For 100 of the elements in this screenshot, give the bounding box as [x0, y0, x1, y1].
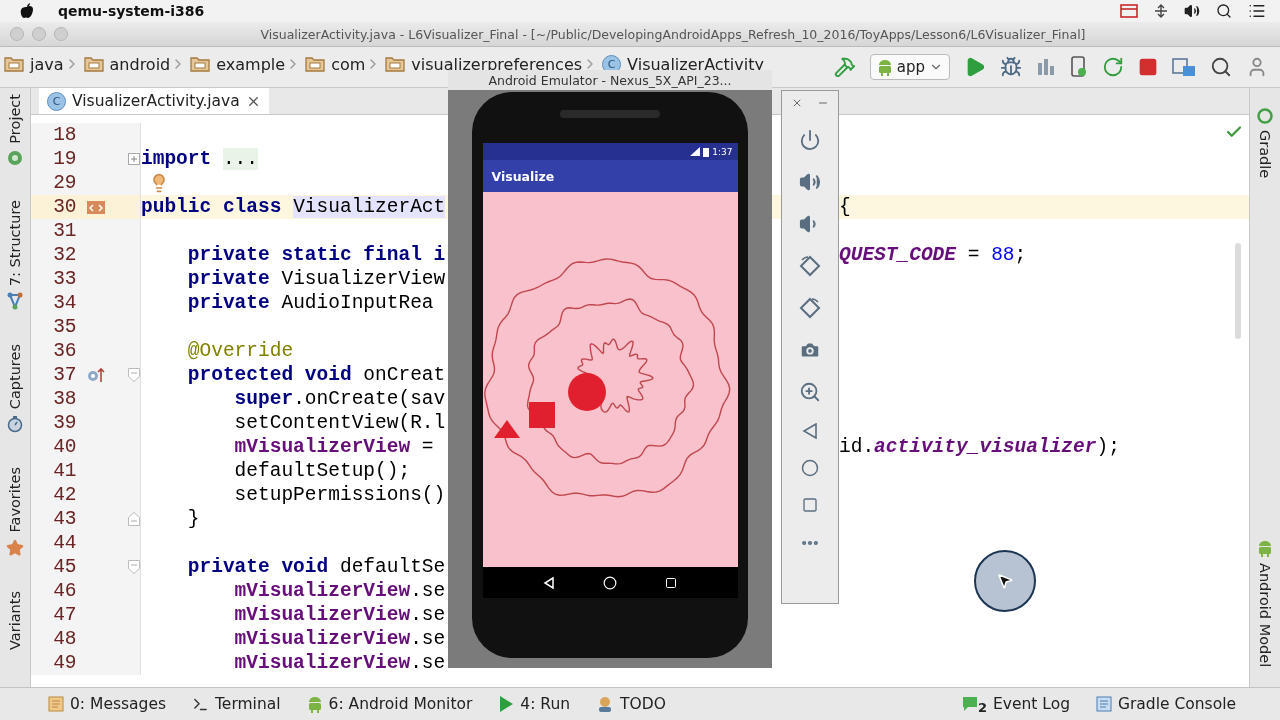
console-icon: [1095, 696, 1112, 712]
tool-window-button[interactable]: 0: Messages: [44, 695, 171, 713]
line-number: 35: [52, 316, 77, 338]
code-text: mVisualizerView =: [233, 436, 434, 458]
layout-icon[interactable]: [1172, 57, 1196, 77]
code-text: {: [839, 196, 851, 218]
power-icon[interactable]: [799, 129, 821, 151]
line-number: 30: [52, 196, 77, 218]
network-icon[interactable]: [1154, 4, 1168, 18]
code-text: QUEST_CODE = 88;: [839, 244, 1027, 266]
code-text: protected void onCreat: [186, 364, 446, 386]
apple-icon[interactable]: [20, 3, 34, 19]
line-number: 18: [52, 124, 77, 146]
code-text: setupPermissions(): [233, 484, 446, 506]
tool-window-button[interactable]: 2 Event Log: [957, 693, 1074, 715]
line-number: 37: [52, 364, 77, 386]
line-number: 39: [52, 412, 77, 434]
line-number: 49: [52, 652, 77, 674]
scrollbar[interactable]: [1235, 243, 1241, 339]
app-name[interactable]: qemu-system-i386: [58, 3, 205, 19]
tool-window-button[interactable]: Terminal: [188, 695, 285, 713]
tool-window-button[interactable]: 7: Structure: [7, 199, 23, 310]
line-number: 41: [52, 460, 77, 482]
line-number: 34: [52, 292, 77, 314]
line-number: 31: [52, 220, 77, 242]
breadcrumb[interactable]: example: [186, 54, 286, 74]
code-text: private AudioInputRea: [186, 292, 434, 314]
list-icon[interactable]: [1248, 2, 1266, 20]
line-number: 46: [52, 580, 77, 602]
event-count: 2: [977, 699, 987, 715]
tool-window-button[interactable]: Gradle Console: [1091, 695, 1240, 713]
run-config-dropdown[interactable]: app: [869, 54, 950, 80]
line-number: 42: [52, 484, 77, 506]
line-number: 36: [52, 340, 77, 362]
tool-window-button[interactable]: Gradle: [1257, 108, 1273, 179]
rerun-icon[interactable]: [1102, 56, 1124, 78]
line-number: 38: [52, 388, 77, 410]
tool-window-button[interactable]: TODO: [592, 695, 670, 713]
clock: 1:37: [712, 146, 733, 157]
tool-label: Gradle Console: [1117, 695, 1236, 713]
tool-window-button[interactable]: Favorites: [6, 467, 24, 557]
bug-icon[interactable]: [1000, 56, 1022, 78]
line-number: 32: [52, 244, 77, 266]
line-number: 43: [52, 508, 77, 530]
breadcrumb[interactable]: com: [301, 54, 366, 74]
tool-window-button[interactable]: Project: [7, 94, 23, 166]
speech-bubble-icon: [961, 696, 978, 712]
zoom-icon[interactable]: [799, 381, 821, 403]
editor-tab[interactable]: C VisualizerActivity.java: [39, 88, 269, 114]
volume-icon[interactable]: [1184, 3, 1200, 19]
tool-window-button[interactable]: Android Model: [1257, 538, 1273, 667]
line-number: 48: [52, 628, 77, 650]
breadcrumb[interactable]: android: [79, 54, 171, 74]
volume-up-icon[interactable]: [799, 171, 821, 193]
code-text: @Override: [186, 340, 294, 362]
override-icon: [86, 366, 107, 384]
code-text: private static final i: [186, 244, 446, 266]
tool-label: Event Log: [992, 695, 1070, 713]
line-number: 45: [52, 556, 77, 578]
hammer-icon[interactable]: [833, 56, 856, 78]
module-icon: [876, 58, 893, 76]
class-badge: C: [47, 91, 66, 111]
tool-window-button[interactable]: Variants: [7, 590, 23, 650]
tool-window-button[interactable]: Captures: [7, 343, 23, 433]
stop-icon[interactable]: [1138, 57, 1158, 77]
code-text: id.activity_visualizer);: [839, 436, 1120, 458]
app-title: Visualize: [491, 168, 555, 184]
expand-icon[interactable]: [128, 153, 140, 165]
breadcrumb[interactable]: java: [0, 54, 64, 74]
code-text: setContentView(R.l: [233, 412, 446, 434]
code-text: mVisualizerView.se: [233, 580, 446, 602]
rotate-right-icon[interactable]: [799, 297, 821, 319]
line-number: 29: [52, 172, 77, 194]
folder-icon: [385, 56, 406, 72]
folder-icon: [4, 56, 24, 72]
profile-icon[interactable]: [1036, 57, 1056, 77]
code-text: import ...: [141, 148, 259, 170]
star-icon: [6, 538, 24, 557]
code-text: super.onCreate(sav: [233, 388, 446, 410]
code-text: private void defaultSe: [186, 556, 446, 578]
close-icon[interactable]: [791, 97, 803, 109]
tool-window-button[interactable]: 4: Run: [494, 695, 575, 713]
search-icon[interactable]: [1216, 3, 1232, 19]
line-number: 44: [52, 532, 77, 554]
layout-file-icon: [85, 198, 108, 216]
line-number: 40: [52, 436, 77, 458]
folder-icon: [190, 56, 211, 72]
device-icon[interactable]: [1070, 56, 1088, 78]
code-text: mVisualizerView.se: [233, 652, 446, 674]
folder-icon: [83, 56, 104, 72]
line-number: 33: [52, 268, 77, 290]
rotate-left-icon[interactable]: [799, 255, 821, 277]
code-text: private VisualizerView: [186, 268, 446, 290]
code-text: defaultSetup();: [233, 460, 411, 482]
code-text: mVisualizerView.se: [233, 628, 446, 650]
tool-window-button[interactable]: 6: Android Monitor: [302, 695, 477, 713]
structure-icon: [7, 291, 23, 310]
search-icon[interactable]: [1210, 56, 1232, 78]
display-icon[interactable]: [1120, 4, 1138, 18]
window-title: VisualizerActivity.java - L6Visualizer_Final - [~/Public/DevelopingAndroidApps_Refresh_10_2016/ToyApps/Lesson6/L6Visualizer_Final]: [259, 26, 1087, 42]
